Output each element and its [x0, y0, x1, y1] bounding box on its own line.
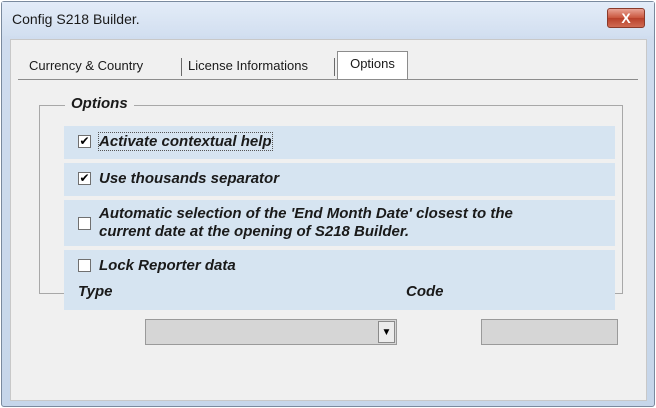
auto-end-month-label-line2[interactable]: current date at the opening of S218 Buil… [99, 223, 409, 240]
auto-end-month-checkbox[interactable] [78, 217, 91, 230]
option-row-auto-end-month: Automatic selection of the 'End Month Da… [64, 200, 615, 246]
type-label: Type [78, 283, 113, 300]
option-row-contextual-help: ✔ Activate contextual help [64, 126, 615, 159]
tab-license-informations[interactable]: License Informations [184, 54, 312, 78]
lock-reporter-label[interactable]: Lock Reporter data [99, 257, 236, 274]
thousands-separator-label[interactable]: Use thousands separator [99, 170, 279, 187]
window-title: Config S218 Builder. [12, 11, 140, 27]
tab-options[interactable]: Options [337, 51, 408, 80]
chevron-down-icon[interactable]: ▼ [378, 321, 395, 343]
option-row-thousands-separator: ✔ Use thousands separator [64, 163, 615, 196]
options-group-title: Options [65, 95, 134, 112]
option-row-lock-reporter: Lock Reporter data Type Code [64, 250, 615, 310]
config-dialog: Config S218 Builder. X Currency & Countr… [1, 1, 655, 407]
code-field[interactable] [481, 319, 618, 345]
tab-currency-country[interactable]: Currency & Country [25, 54, 147, 78]
close-icon: X [621, 10, 631, 26]
thousands-separator-checkbox[interactable]: ✔ [78, 172, 91, 185]
lock-reporter-checkbox[interactable] [78, 259, 91, 272]
dialog-client-area: Currency & Country License Informations … [10, 39, 647, 401]
title-bar: Config S218 Builder. X [2, 2, 654, 36]
auto-end-month-label-line1[interactable]: Automatic selection of the 'End Month Da… [99, 205, 513, 222]
code-label: Code [406, 283, 444, 300]
type-dropdown[interactable]: ▼ [145, 319, 397, 345]
close-button[interactable]: X [607, 8, 645, 28]
contextual-help-checkbox[interactable]: ✔ [78, 135, 91, 148]
contextual-help-label[interactable]: Activate contextual help [98, 132, 273, 151]
tab-separator [181, 58, 182, 76]
options-tab-panel: Options ✔ Activate contextual help ✔ Use… [18, 79, 638, 395]
tab-separator [334, 58, 335, 76]
